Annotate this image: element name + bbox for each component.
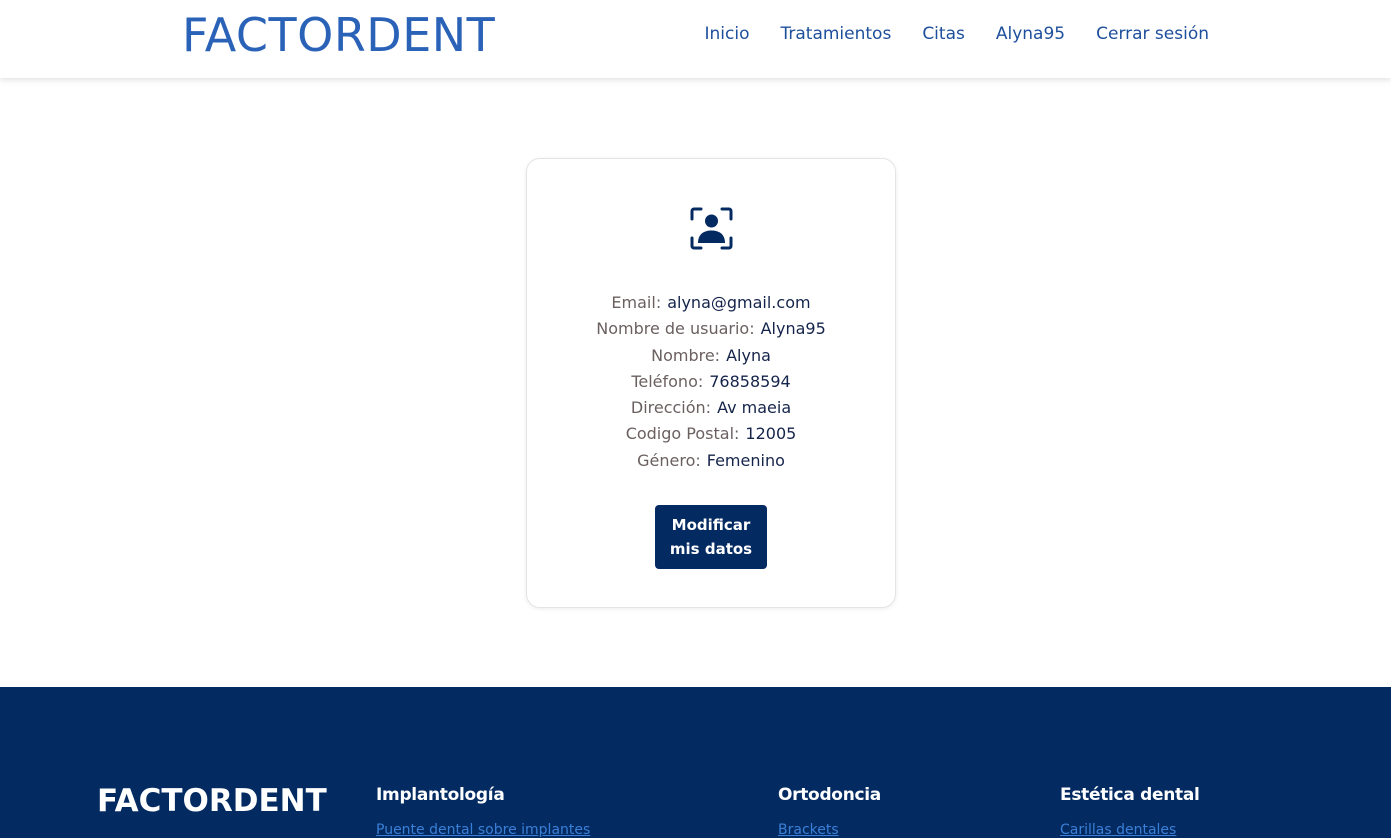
nav-citas[interactable]: Citas bbox=[922, 24, 965, 44]
gender-value: Femenino bbox=[706, 450, 785, 470]
user-profile-icon bbox=[690, 207, 733, 250]
footer-link-carillas[interactable]: Carillas dentales bbox=[1060, 822, 1200, 838]
phone-row: Teléfono: 76858594 bbox=[527, 369, 895, 395]
email-value: alyna@gmail.com bbox=[667, 293, 811, 312]
nav-inicio[interactable]: Inicio bbox=[705, 24, 750, 44]
username-label: Nombre de usuario: bbox=[596, 319, 755, 339]
phone-label: Teléfono: bbox=[631, 371, 704, 391]
main-nav: Inicio Tratamientos Citas Alyna95 Cerrar… bbox=[705, 24, 1210, 44]
postal-code-label: Codigo Postal: bbox=[625, 424, 740, 444]
footer-heading-estetica: Estética dental bbox=[1060, 785, 1200, 805]
footer-brand: FACTORDENT bbox=[97, 783, 327, 819]
edit-profile-button[interactable]: Modificar mis datos bbox=[655, 505, 767, 569]
postal-code-value: 12005 bbox=[745, 424, 797, 444]
footer-col-ortodoncia: Ortodoncia Brackets bbox=[778, 785, 881, 838]
name-row: Nombre: Alyna bbox=[527, 343, 895, 369]
username-value: Alyna95 bbox=[760, 319, 826, 339]
footer-col-estetica: Estética dental Carillas dentales bbox=[1060, 785, 1200, 838]
postal-code-row: Codigo Postal: 12005 bbox=[527, 421, 895, 447]
nav-logout[interactable]: Cerrar sesión bbox=[1096, 24, 1209, 44]
nav-tratamientos[interactable]: Tratamientos bbox=[780, 24, 891, 44]
email-label: Email: bbox=[611, 293, 662, 312]
footer-col-implantologia: Implantología Puente dental sobre implan… bbox=[376, 785, 590, 838]
address-row: Dirección: Av maeia bbox=[527, 395, 895, 421]
address-value: Av maeia bbox=[717, 398, 792, 418]
footer-heading-ortodoncia: Ortodoncia bbox=[778, 785, 881, 805]
phone-value: 76858594 bbox=[709, 371, 791, 391]
username-row: Nombre de usuario: Alyna95 bbox=[527, 316, 895, 342]
top-navbar: FACTORDENT Inicio Tratamientos Citas Aly… bbox=[0, 0, 1391, 78]
profile-card: Email: alyna@gmail.com Nombre de usuario:… bbox=[526, 158, 896, 608]
footer-link-brackets[interactable]: Brackets bbox=[778, 822, 881, 838]
email-row: Email: alyna@gmail.com bbox=[527, 290, 895, 316]
footer-heading-implantologia: Implantología bbox=[376, 785, 505, 805]
profile-info: Email: alyna@gmail.com Nombre de usuario:… bbox=[527, 290, 895, 474]
gender-row: Género: Femenino bbox=[527, 448, 895, 474]
nav-user-profile[interactable]: Alyna95 bbox=[996, 24, 1065, 44]
brand-logo[interactable]: FACTORDENT bbox=[182, 8, 495, 62]
site-footer: FACTORDENT Implantología Puente dental s… bbox=[0, 687, 1391, 838]
address-label: Dirección: bbox=[630, 398, 712, 418]
gender-label: Género: bbox=[637, 450, 701, 470]
footer-link-puente-dental[interactable]: Puente dental sobre implantes bbox=[376, 822, 590, 838]
name-label: Nombre: bbox=[651, 345, 721, 365]
name-value: Alyna bbox=[726, 345, 771, 365]
